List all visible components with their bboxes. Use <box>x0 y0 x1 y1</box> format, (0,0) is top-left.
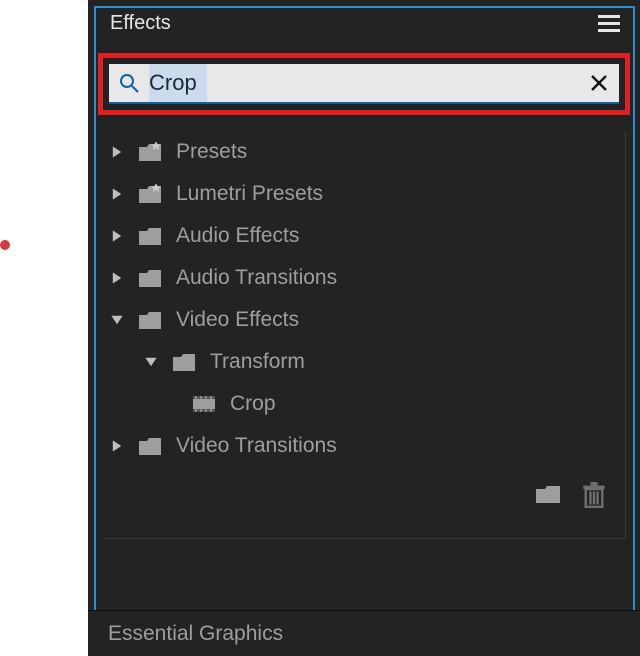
tree-label: Audio Effects <box>176 224 299 248</box>
tree-row-video-effects[interactable]: Video Effects <box>106 299 625 341</box>
annotation-dot <box>0 240 10 250</box>
tree-label: Lumetri Presets <box>176 182 323 206</box>
tree-row-transform[interactable]: Transform <box>106 341 625 383</box>
effects-panel: Effects Presets <box>88 0 640 656</box>
tree-label: Presets <box>176 140 247 164</box>
chevron-right-icon[interactable] <box>110 145 124 159</box>
search-box <box>109 64 619 104</box>
panel-menu-icon[interactable] <box>598 15 620 33</box>
tree-label: Crop <box>230 392 276 416</box>
folder-icon <box>138 268 162 288</box>
tree-row-video-transitions[interactable]: Video Transitions <box>106 425 625 467</box>
panel-title: Effects <box>110 12 171 35</box>
new-bin-icon[interactable] <box>535 482 561 504</box>
effects-tree: Presets Lumetri Presets Audio Effects Au… <box>106 131 626 539</box>
folder-icon <box>138 436 162 456</box>
trash-icon[interactable] <box>581 482 607 504</box>
folder-icon <box>138 310 162 330</box>
folder-starred-icon <box>138 184 162 204</box>
tree-label: Audio Transitions <box>176 266 337 290</box>
folder-icon <box>172 352 196 372</box>
search-input[interactable] <box>149 64 579 102</box>
tree-label: Transform <box>210 350 305 374</box>
panel-footer[interactable]: Essential Graphics <box>88 610 640 656</box>
effects-bottom-toolbar <box>106 467 625 511</box>
effect-icon <box>192 394 216 414</box>
tree-row-lumetri-presets[interactable]: Lumetri Presets <box>106 173 625 215</box>
clear-search-icon[interactable] <box>589 73 609 93</box>
chevron-right-icon[interactable] <box>110 271 124 285</box>
tree-row-audio-transitions[interactable]: Audio Transitions <box>106 257 625 299</box>
chevron-right-icon[interactable] <box>110 439 124 453</box>
chevron-down-icon[interactable] <box>144 355 158 369</box>
search-row <box>98 53 630 115</box>
folder-icon <box>138 226 162 246</box>
tree-label: Video Effects <box>176 308 299 332</box>
tree-row-audio-effects[interactable]: Audio Effects <box>106 215 625 257</box>
tree-row-presets[interactable]: Presets <box>106 131 625 173</box>
chevron-right-icon[interactable] <box>110 229 124 243</box>
chevron-down-icon[interactable] <box>110 313 124 327</box>
tree-row-crop-effect[interactable]: Crop <box>106 383 625 425</box>
chevron-right-icon[interactable] <box>110 187 124 201</box>
tree-label: Video Transitions <box>176 434 337 458</box>
search-icon <box>119 73 139 93</box>
folder-starred-icon <box>138 142 162 162</box>
footer-panel-title: Essential Graphics <box>108 622 283 646</box>
panel-header: Effects <box>88 0 640 43</box>
